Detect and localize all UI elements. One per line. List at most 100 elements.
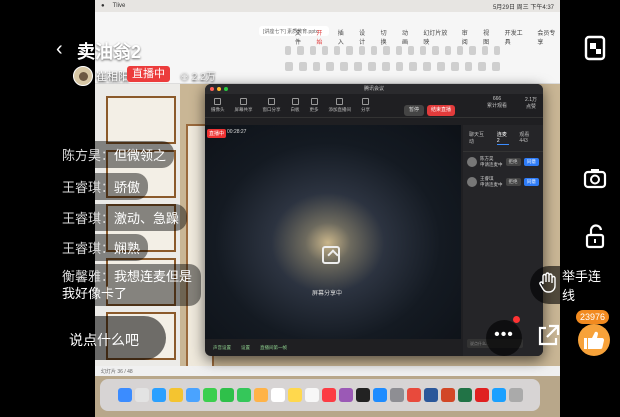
reject-button[interactable]: 拒绝 bbox=[505, 178, 521, 186]
ppt-tab[interactable]: 文件 bbox=[295, 28, 306, 46]
screen-share-label: 屏幕分享中 bbox=[312, 291, 343, 297]
screen-share-icon bbox=[322, 246, 340, 264]
comment-input[interactable]: 说点什么吧 bbox=[54, 316, 166, 360]
recording-badge: 直播中 bbox=[207, 129, 227, 138]
notification-dot bbox=[513, 316, 520, 323]
finder-icon[interactable] bbox=[117, 388, 132, 402]
share-icon[interactable] bbox=[532, 320, 564, 352]
screen-mode-icon[interactable] bbox=[577, 30, 613, 66]
host-name: 崔相阳 bbox=[96, 71, 129, 83]
lock-icon[interactable] bbox=[574, 216, 616, 258]
meeting-tool-button[interactable]: 分享 bbox=[361, 98, 370, 113]
wechat-icon[interactable] bbox=[219, 388, 234, 402]
tool-label: 屏幕共享 bbox=[234, 107, 253, 112]
ppt-tab[interactable]: 幻灯片放映 bbox=[423, 28, 451, 46]
meeting-tool-button[interactable]: 摄像头 bbox=[211, 98, 225, 113]
raise-hand-icon bbox=[538, 271, 558, 299]
maximize-window-button[interactable] bbox=[224, 87, 228, 91]
meeting-tool-button[interactable]: 更多 bbox=[310, 98, 319, 113]
tool-icon bbox=[214, 98, 222, 105]
like-count-badge: 23976 bbox=[576, 310, 610, 324]
tool-icon bbox=[310, 98, 318, 105]
minimize-window-button[interactable] bbox=[217, 87, 221, 91]
sound-settings-link[interactable]: 声音设置 bbox=[213, 345, 231, 351]
meeting-footer: 声音设置 设置 直播间第一帧 bbox=[205, 340, 461, 356]
settings-link[interactable]: 设置 bbox=[241, 345, 250, 351]
more-options-icon[interactable]: ••• bbox=[486, 320, 522, 356]
podcasts-icon[interactable] bbox=[338, 388, 353, 402]
tab-chat[interactable]: 聊天互动 bbox=[469, 131, 487, 145]
meeting-tool-button[interactable]: 屏幕共享 bbox=[235, 98, 253, 113]
meeting-window: 腾讯会议 摄像头 屏幕共享 窗口分享 白板 更多 添加直播间 分享 暂停 结束直播 666 累… bbox=[205, 84, 543, 356]
mac-dock bbox=[100, 379, 540, 411]
ppt-tab[interactable]: 会员专享 bbox=[537, 28, 560, 46]
ppt-tab[interactable]: 插入 bbox=[338, 28, 349, 46]
ppt-tab[interactable]: 开始 bbox=[316, 28, 327, 46]
ppt-ribbon-tabs: 文件 开始 插入 设计 切换 动画 幻灯片放映 审阅 视图 开发工具 会员专享 bbox=[295, 28, 560, 46]
avatar[interactable] bbox=[73, 66, 93, 86]
reminders-icon[interactable] bbox=[304, 388, 319, 402]
launchpad-icon[interactable] bbox=[134, 388, 149, 402]
trash-icon[interactable] bbox=[508, 388, 523, 402]
tab-viewers[interactable]: 观看 443 bbox=[519, 131, 537, 145]
menubar-app-name[interactable]: Tlive bbox=[113, 3, 126, 9]
meeting-tool-button[interactable]: 添加直播间 bbox=[329, 98, 351, 113]
netease-music-icon[interactable] bbox=[474, 388, 489, 402]
pause-live-button[interactable]: 暂停 bbox=[404, 105, 424, 116]
avatar bbox=[467, 157, 477, 167]
ppt-tab[interactable]: 视图 bbox=[483, 28, 494, 46]
ppt-tab[interactable]: 动画 bbox=[402, 28, 413, 46]
tool-icon bbox=[362, 98, 369, 105]
viewer-count: ⚇ 2.2万 bbox=[180, 72, 216, 83]
ppt-tool-row bbox=[285, 62, 500, 74]
meeting-tool-button[interactable]: 窗口分享 bbox=[263, 98, 281, 113]
tab-mic-requests[interactable]: 连麦 2 bbox=[496, 131, 510, 145]
ppt-statusbar: 幻灯片 36 / 48 bbox=[95, 366, 560, 376]
ppt-tab[interactable]: 审阅 bbox=[462, 28, 473, 46]
settings-icon[interactable] bbox=[389, 388, 404, 402]
apple-icon[interactable]: ● bbox=[101, 3, 105, 9]
chrome-icon[interactable] bbox=[168, 388, 183, 402]
raise-hand-button[interactable]: 举手连线 bbox=[530, 266, 612, 304]
stat-likes: 2.1万 点赞 bbox=[525, 97, 537, 110]
qq-icon[interactable] bbox=[491, 388, 506, 402]
accept-button[interactable]: 同意 bbox=[524, 178, 539, 186]
first-frame-link[interactable]: 直播间第一帧 bbox=[260, 345, 287, 351]
messages-icon[interactable] bbox=[202, 388, 217, 402]
notes-icon[interactable] bbox=[287, 388, 302, 402]
appstore-icon[interactable] bbox=[372, 388, 387, 402]
back-arrow-icon[interactable]: ‹ bbox=[56, 38, 63, 61]
ppt-tab[interactable]: 开发工具 bbox=[505, 28, 528, 46]
chat-comment: 王睿琪：娴熟 bbox=[54, 234, 149, 261]
tool-label: 窗口分享 bbox=[262, 107, 281, 112]
excel-icon[interactable] bbox=[457, 388, 472, 402]
accept-button[interactable]: 同意 bbox=[524, 158, 539, 166]
slide-thumbnail[interactable] bbox=[106, 96, 176, 144]
music-icon[interactable] bbox=[321, 388, 336, 402]
mic-request-item: 陈方昊 申请连麦中 拒绝 同意 bbox=[463, 152, 543, 172]
facetime-icon[interactable] bbox=[236, 388, 251, 402]
chat-comment: 王睿琪：激动、急躁 bbox=[54, 204, 188, 231]
meeting-title: 腾讯会议 bbox=[363, 86, 384, 92]
photos-icon[interactable] bbox=[253, 388, 268, 402]
word-icon[interactable] bbox=[423, 388, 438, 402]
ppt-tab[interactable]: 切换 bbox=[381, 28, 392, 46]
tv-icon[interactable] bbox=[355, 388, 370, 402]
ppt-tab[interactable]: 设计 bbox=[359, 28, 370, 46]
like-thumb-icon[interactable] bbox=[578, 324, 610, 356]
wps-icon[interactable] bbox=[406, 388, 421, 402]
reject-button[interactable]: 拒绝 bbox=[505, 158, 521, 166]
safari-icon[interactable] bbox=[151, 388, 166, 402]
mic-request-item: 王睿琪 申请连麦中 拒绝 同意 bbox=[463, 172, 543, 192]
end-live-button[interactable]: 结束直播 bbox=[427, 105, 455, 116]
mail-icon[interactable] bbox=[185, 388, 200, 402]
camera-flip-icon[interactable] bbox=[574, 158, 616, 200]
meeting-tool-button[interactable]: 白板 bbox=[291, 98, 300, 113]
tool-label: 更多 bbox=[309, 107, 319, 112]
powerpoint-icon[interactable] bbox=[440, 388, 455, 402]
close-window-button[interactable] bbox=[210, 87, 214, 91]
calendar-icon[interactable] bbox=[270, 388, 285, 402]
window-controls bbox=[210, 87, 228, 91]
meeting-titlebar: 腾讯会议 bbox=[205, 84, 543, 94]
chat-comment: 陈方昊：但微领之 bbox=[54, 141, 175, 168]
